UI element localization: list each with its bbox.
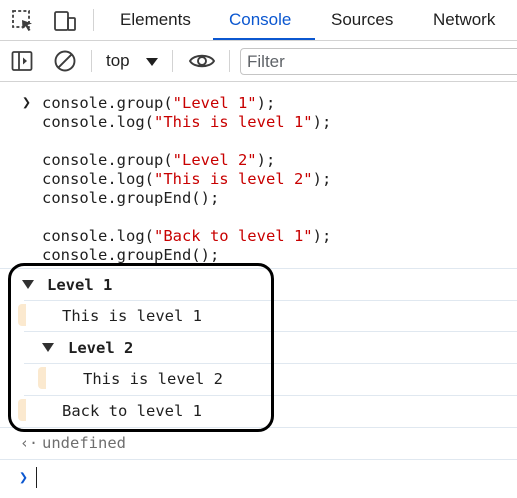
highlight-annotation-box xyxy=(8,263,274,432)
sidebar-toggle-icon[interactable] xyxy=(10,49,34,73)
inspect-element-icon[interactable] xyxy=(11,9,35,33)
filter-input[interactable] xyxy=(240,48,517,75)
context-selector[interactable]: top xyxy=(106,49,130,73)
toolbar-separator xyxy=(229,50,230,72)
code-line: console.group("Level 2"); xyxy=(42,151,276,169)
tab-sources[interactable]: Sources xyxy=(331,0,393,40)
device-toolbar-icon[interactable] xyxy=(53,9,77,33)
toolbar-separator xyxy=(172,50,173,72)
active-tab-indicator xyxy=(213,38,315,40)
console-input-caret[interactable] xyxy=(36,467,37,488)
code-line: console.group("Level 1"); xyxy=(42,94,276,112)
tab-console[interactable]: Console xyxy=(229,0,291,40)
row-divider xyxy=(0,459,517,460)
tab-network[interactable]: Network xyxy=(433,0,495,40)
tab-elements[interactable]: Elements xyxy=(120,0,191,40)
prompt-chevron-icon: ❯ xyxy=(19,468,29,486)
eye-icon[interactable] xyxy=(188,49,216,73)
code-line: console.groupEnd(); xyxy=(42,189,220,207)
code-line: console.log("Back to level 1"); xyxy=(42,227,332,245)
return-arrow-icon: ‹· xyxy=(20,434,39,452)
code-line: console.log("This is level 1"); xyxy=(42,113,332,131)
console-toolbar: top xyxy=(0,41,517,82)
dropdown-arrow-icon[interactable] xyxy=(146,58,158,66)
clear-console-icon[interactable] xyxy=(53,49,77,73)
toolbar-separator xyxy=(91,50,92,72)
prompt-chevron-icon: ❯ xyxy=(22,93,32,111)
devtools-tab-bar: Elements Console Sources Network xyxy=(0,0,517,41)
toolbar-separator xyxy=(93,9,94,31)
return-value: undefined xyxy=(42,434,126,452)
code-line: console.log("This is level 2"); xyxy=(42,170,332,188)
